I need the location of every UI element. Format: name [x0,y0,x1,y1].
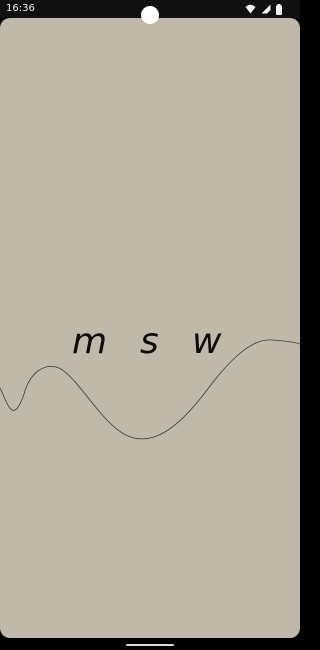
main-canvas[interactable]: m s w [0,18,300,638]
battery-icon [276,3,282,15]
letter-w: w [192,321,222,362]
phone-screen: 16:36 m s w [0,0,300,650]
wifi-icon [245,4,256,14]
camera-cutout [141,6,159,24]
letter-m: m [72,321,108,362]
cellular-signal-icon [261,4,271,14]
status-time: 16:36 [6,3,35,14]
status-icons [245,3,282,15]
home-indicator[interactable] [126,644,174,646]
letter-s: s [140,321,159,362]
letters-row: m s w [0,320,300,370]
